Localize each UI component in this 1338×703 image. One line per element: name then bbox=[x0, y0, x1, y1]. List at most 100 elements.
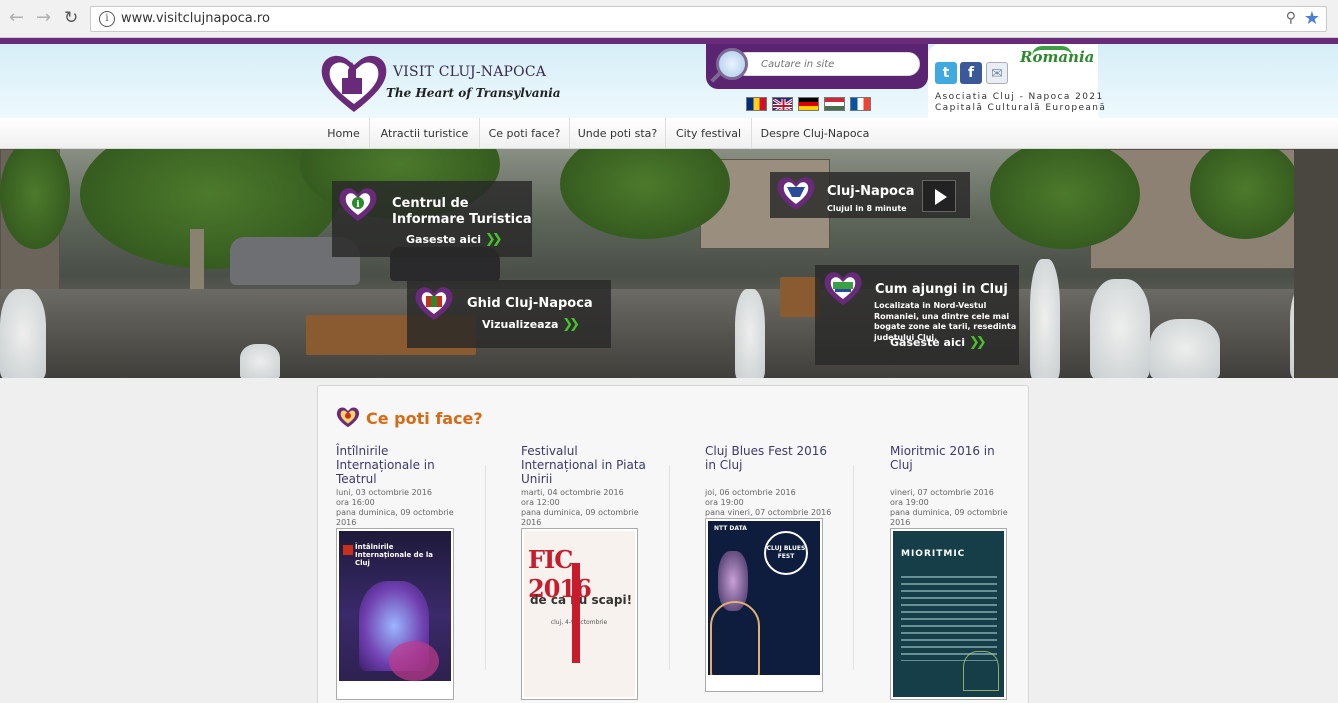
facebook-icon[interactable]: f bbox=[960, 62, 982, 84]
nav-despre[interactable]: Despre Cluj-Napoca bbox=[752, 118, 878, 149]
double-chevron-right-icon: ❯❯ bbox=[968, 335, 987, 350]
nav-atractii[interactable]: Atractii turistice bbox=[370, 118, 480, 149]
association-line1: Asociatia Cluj - Napoca 2021 bbox=[935, 92, 1104, 102]
nav-home[interactable]: Home bbox=[318, 118, 370, 149]
nav-unde-poti-sta[interactable]: Unde poti sta? bbox=[570, 118, 666, 149]
fountain bbox=[1090, 279, 1150, 378]
section-heart-icon bbox=[336, 407, 360, 428]
reload-icon[interactable]: ↻ bbox=[64, 9, 78, 27]
poster-1-sponsors bbox=[339, 681, 451, 697]
video-title[interactable]: Cluj-Napoca bbox=[827, 184, 914, 199]
event-4-meta: vineri, 07 octombrie 2016 ora 19:00 pana… bbox=[890, 488, 1015, 528]
event-separator bbox=[485, 465, 486, 670]
poster-1-art bbox=[389, 641, 439, 681]
guide-link-label: Vizualizeaza bbox=[482, 318, 559, 331]
guide-heart-icon bbox=[415, 287, 453, 320]
event-separator bbox=[669, 465, 670, 670]
fountain bbox=[240, 344, 280, 378]
event-1-title[interactable]: Întîlnirile Internaționale in Teatrul bbox=[336, 444, 456, 486]
address-bar[interactable]: i www.visitclujnapoca.ro ⚲ ★ bbox=[90, 6, 1327, 32]
event-3-meta: joi, 06 octombrie 2016 ora 19:00 pana vi… bbox=[705, 488, 835, 518]
event-2-poster[interactable]: FIC 2016 de ca nu scapi! cluj, 4-9 octom… bbox=[521, 528, 638, 700]
video-subtitle: Clujul in 8 minute bbox=[827, 204, 907, 213]
heart-logo-icon[interactable] bbox=[318, 52, 390, 114]
section-title: Ce poti face? bbox=[366, 409, 483, 428]
poster-logo-icon bbox=[343, 545, 353, 555]
fountain bbox=[0, 289, 46, 378]
guide-link[interactable]: Vizualizeaza ❯❯ bbox=[482, 317, 580, 332]
event-1-date-end: pana duminica, 09 octombrie 2016 bbox=[336, 508, 454, 527]
travel-title[interactable]: Cum ajungi in Cluj bbox=[875, 282, 1008, 297]
info-center-link[interactable]: Gaseste aici ❯❯ bbox=[406, 232, 503, 247]
bench bbox=[780, 277, 820, 317]
poster-1-text: Întâlnirile Internaționale de la Cluj bbox=[355, 543, 434, 567]
guide-title[interactable]: Ghid Cluj-Napoca bbox=[467, 296, 593, 311]
event-1-meta: luni, 03 octombrie 2016 ora 16:00 pana d… bbox=[336, 488, 461, 528]
flag-hu-icon[interactable] bbox=[824, 97, 845, 111]
event-1-poster[interactable]: Întâlnirile Internaționale de la Cluj bbox=[336, 528, 454, 700]
fountain bbox=[735, 289, 765, 378]
url-text[interactable]: www.visitclujnapoca.ro bbox=[121, 11, 270, 26]
event-3-time: ora 19:00 bbox=[705, 498, 744, 507]
poster-4-art bbox=[963, 651, 999, 691]
info-icon[interactable]: i bbox=[99, 11, 115, 27]
bookmark-star-icon[interactable]: ★ bbox=[1304, 8, 1320, 29]
event-3-poster[interactable]: NTT DATA CLUJ BLUES FEST bbox=[705, 518, 823, 692]
play-icon bbox=[935, 189, 947, 205]
event-3-date-end: pana vineri, 07 octombrie 2016 bbox=[705, 508, 832, 517]
arrow-left-icon[interactable]: ← bbox=[9, 9, 24, 27]
info-heart-icon: i bbox=[339, 188, 377, 221]
browser-toolbar: ← → ↻ i www.visitclujnapoca.ro ⚲ ★ bbox=[0, 0, 1338, 38]
arrow-right-icon[interactable]: → bbox=[36, 9, 51, 27]
travel-heart-icon bbox=[824, 272, 862, 305]
info-center-link-label: Gaseste aici bbox=[406, 233, 482, 246]
svg-text:i: i bbox=[356, 200, 360, 210]
video-heart-icon bbox=[777, 177, 815, 210]
zoom-icon[interactable]: ⚲ bbox=[1286, 10, 1296, 26]
event-4-date-end: pana duminica, 09 octombrie 2016 bbox=[890, 508, 1008, 527]
flag-en-icon[interactable] bbox=[772, 97, 793, 111]
poster-3-sponsors bbox=[708, 675, 820, 689]
search-input[interactable] bbox=[734, 52, 920, 76]
fountain bbox=[1030, 259, 1060, 378]
event-3-title[interactable]: Cluj Blues Fest 2016 in Cluj bbox=[705, 444, 830, 472]
event-2-date-end: pana duminica, 09 octombrie 2016 bbox=[521, 508, 639, 527]
hero-right-edge bbox=[1294, 149, 1338, 378]
romania-logo[interactable]: Romania bbox=[1020, 48, 1094, 66]
nav-city-festival[interactable]: City festival bbox=[666, 118, 752, 149]
event-separator bbox=[853, 465, 854, 670]
poster-4-lineup bbox=[901, 571, 997, 661]
event-1-date-start: luni, 03 octombrie 2016 bbox=[336, 488, 432, 497]
play-button[interactable] bbox=[922, 180, 956, 212]
poster-3-guitar bbox=[710, 601, 760, 681]
twitter-icon[interactable]: t bbox=[935, 62, 957, 84]
event-4-poster[interactable]: MIORITMIC bbox=[890, 528, 1007, 700]
flag-fr-icon[interactable] bbox=[850, 97, 871, 111]
poster-3-brand: NTT DATA bbox=[714, 525, 747, 532]
poster-4-title: MIORITMIC bbox=[901, 549, 966, 559]
event-4-title[interactable]: Mioritmic 2016 in Cluj bbox=[890, 444, 1015, 472]
flag-ro-icon[interactable] bbox=[746, 97, 767, 111]
site-header bbox=[0, 44, 1338, 118]
poster-3-circle: CLUJ BLUES FEST bbox=[764, 531, 808, 575]
logo-title[interactable]: VISIT CLUJ-NAPOCA bbox=[393, 64, 546, 80]
event-2-title[interactable]: Festivalul Internațional in Piata Unirii bbox=[521, 444, 651, 486]
event-4-time: ora 19:00 bbox=[890, 498, 929, 507]
event-1-time: ora 16:00 bbox=[336, 498, 375, 507]
travel-link-label: Gaseste aici bbox=[890, 336, 966, 349]
poster-2-slogan: de ca nu scapi! bbox=[529, 593, 633, 607]
double-chevron-right-icon: ❯❯ bbox=[562, 317, 580, 332]
nav-ce-poti-face[interactable]: Ce poti face? bbox=[480, 118, 570, 149]
association-line2: Capitală Culturală Europeană bbox=[935, 103, 1107, 113]
search-icon[interactable] bbox=[716, 48, 748, 80]
flag-de-icon[interactable] bbox=[798, 97, 819, 111]
event-4-date-start: vineri, 07 octombrie 2016 bbox=[890, 488, 994, 497]
event-3-date-start: joi, 06 octombrie 2016 bbox=[705, 488, 796, 497]
travel-link[interactable]: Gaseste aici ❯❯ bbox=[890, 335, 987, 350]
email-icon[interactable]: ✉ bbox=[986, 62, 1008, 84]
info-center-title[interactable]: Centrul de Informare Turistica bbox=[392, 196, 532, 228]
event-2-time: ora 12:00 bbox=[521, 498, 560, 507]
logo-subtitle: The Heart of Transylvania bbox=[386, 86, 561, 100]
event-2-meta: marti, 04 octombrie 2016 ora 12:00 pana … bbox=[521, 488, 646, 528]
fountain bbox=[1150, 319, 1220, 378]
